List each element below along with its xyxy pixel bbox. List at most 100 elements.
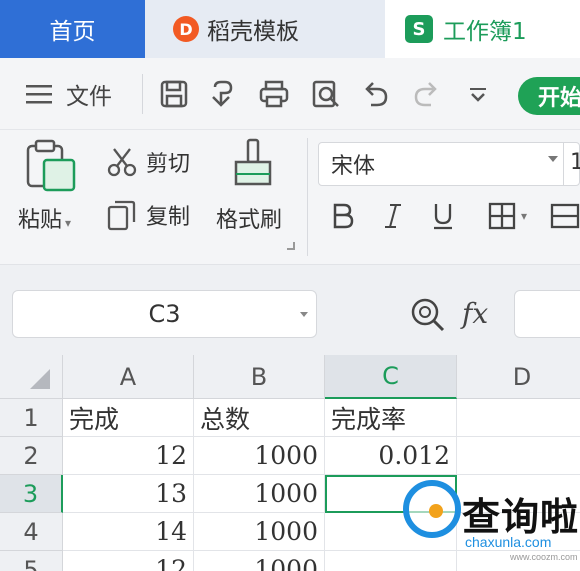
select-all-button[interactable] [0,355,63,399]
format-painter-button[interactable] [226,136,282,194]
tab-workbook[interactable]: S 工作簿1 [385,0,580,58]
find-function-button[interactable] [408,295,448,335]
undo-icon [365,82,388,107]
clipboard-icon [26,139,76,192]
file-menu-label: 文件 [66,84,112,110]
format-painter-label[interactable]: 格式刷 [216,202,282,234]
tab-start-label: 开始 [538,86,580,111]
row-header-1[interactable]: 1 [0,399,63,437]
cut-label: 剪切 [146,152,191,177]
ribbon: 粘贴 ▾ 剪切 复制 格式刷 宋体 1 ▾ [0,130,580,265]
tab-bar: 首页 D 稻壳模板 S 工作簿1 [0,0,580,58]
copy-button[interactable]: 复制 [106,196,206,234]
zoom-search-icon [411,298,445,332]
borders-button[interactable]: ▾ [480,196,534,236]
formula-bar: C3 fx [0,265,580,355]
name-box-value: C3 [148,300,181,328]
paste-button[interactable] [22,138,82,194]
paste-dropdown-icon: ▾ [65,216,72,230]
bold-icon [333,203,354,229]
tab-workbook-label: 工作簿1 [443,19,527,45]
row-header-2[interactable]: 2 [0,437,63,475]
font-name-dropdown-icon[interactable] [548,156,558,162]
paste-label-wrap[interactable]: 粘贴 ▾ [18,202,71,234]
tab-home[interactable]: 首页 [0,0,145,58]
fill-color-button[interactable] [548,196,580,236]
column-header-d[interactable]: D [457,355,580,399]
cell-c1[interactable]: 完成率 [325,399,457,437]
insert-function-button[interactable]: fx [462,297,488,330]
cell-d1[interactable] [457,399,580,437]
font-box-divider [563,142,564,186]
clipboard-group-launcher-icon[interactable] [287,242,295,250]
column-header-a[interactable]: A [63,355,194,399]
cell-a2[interactable]: 12 [63,437,194,475]
underline-button[interactable] [426,196,460,236]
formula-input[interactable] [514,290,580,338]
copy-icon [107,200,136,231]
spreadsheet-icon: S [405,15,433,43]
cell-b3[interactable]: 1000 [194,475,325,513]
bold-button[interactable] [326,196,360,236]
cell-b2[interactable]: 1000 [194,437,325,475]
cell-b1[interactable]: 总数 [194,399,325,437]
tab-start[interactable]: 开始 [518,77,580,115]
quick-access-toolbar: 文件 开始 [0,58,580,130]
export-button[interactable] [206,76,242,112]
watermark: 查询啦 chaxunla.com www.coozm.com [400,480,580,571]
cell-b5[interactable]: 1000 [194,551,325,571]
fill-color-icon [550,203,580,229]
paintbrush-icon [234,138,272,186]
row-header-3[interactable]: 3 [0,475,63,513]
watermark-title: 查询啦 [462,495,580,539]
italic-button[interactable] [376,196,410,236]
cut-button[interactable]: 剪切 [106,144,206,180]
redo-button[interactable] [408,76,444,112]
save-icon [160,80,188,108]
scissors-icon [107,148,137,177]
font-name-value: 宋体 [331,154,376,179]
select-all-icon [30,369,50,389]
watermark-subtitle: chaxunla.com [465,534,552,550]
watermark-url: www.coozm.com [510,552,578,562]
italic-icon [385,204,401,228]
row-header-5[interactable]: 5 [0,551,63,571]
file-menu-button[interactable]: 文件 [24,76,144,112]
hamburger-icon [26,85,52,104]
borders-icon [488,202,516,230]
cell-a4[interactable]: 14 [63,513,194,551]
print-preview-button[interactable] [308,76,344,112]
save-button[interactable] [156,76,192,112]
print-icon [259,80,289,108]
column-header-b[interactable]: B [194,355,325,399]
print-preview-icon [312,80,339,108]
cell-a3[interactable]: 13 [63,475,194,513]
watermark-dot [429,504,443,518]
cell-a5[interactable]: 12 [63,551,194,571]
watermark-logo-icon [403,480,461,538]
underline-icon [434,204,452,230]
name-box[interactable]: C3 [12,290,317,338]
customize-toolbar-button[interactable] [460,76,496,112]
docer-logo-icon: D [173,16,199,42]
toolbar-divider [142,74,143,114]
font-size-value[interactable]: 1 [570,150,580,175]
print-button[interactable] [256,76,292,112]
export-icon [212,80,233,107]
cell-c2[interactable]: 0.012 [325,437,457,475]
tab-templates[interactable]: D 稻壳模板 [145,0,385,58]
cell-b4[interactable]: 1000 [194,513,325,551]
tab-home-label: 首页 [49,19,96,45]
font-name-select[interactable]: 宋体 [318,142,580,186]
tab-templates-label: 稻壳模板 [207,19,299,45]
copy-label: 复制 [146,205,191,230]
cell-a1[interactable]: 完成 [63,399,194,437]
paste-label: 粘贴 [18,208,63,233]
chevron-down-icon [470,88,486,102]
undo-button[interactable] [358,76,394,112]
redo-icon [414,82,437,107]
cell-d2[interactable] [457,437,580,475]
row-header-4[interactable]: 4 [0,513,63,551]
column-header-c[interactable]: C [325,355,457,399]
name-box-dropdown-icon[interactable] [300,312,308,317]
